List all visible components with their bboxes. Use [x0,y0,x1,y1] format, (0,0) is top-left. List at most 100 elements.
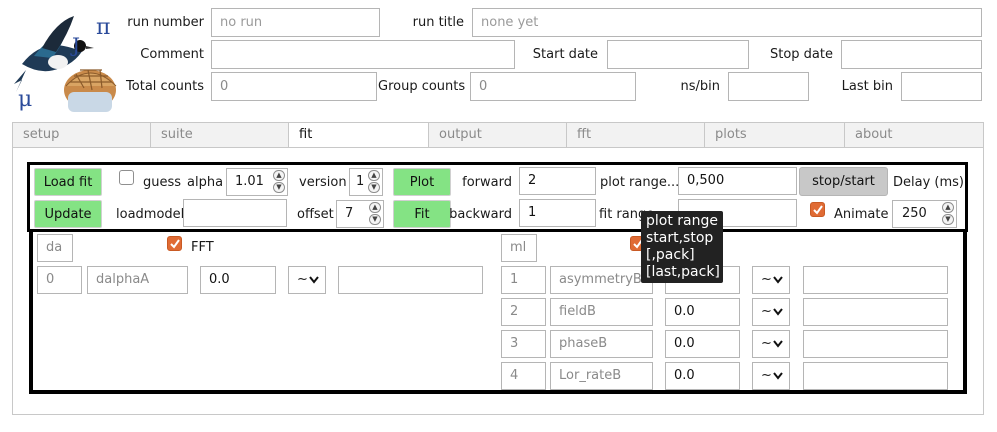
delay-label: Delay (ms) [893,175,964,190]
last-bin-field[interactable] [901,72,982,101]
chevron-down-icon [309,276,319,284]
param-mode-select[interactable]: ~ [752,330,790,358]
stop-date-field[interactable] [841,40,982,69]
ns-bin-field[interactable] [728,72,809,101]
group-counts-label: Group counts [378,79,466,94]
fft-label: FFT [191,240,214,255]
start-date-field[interactable] [607,40,749,69]
forward-label: forward [462,175,512,190]
spin-down-icon[interactable]: ▼ [273,182,285,193]
group-counts-field[interactable]: 0 [470,72,636,101]
ns-bin-label: ns/bin [680,79,721,94]
spin-up-icon[interactable]: ▲ [942,202,954,213]
spin-up-icon[interactable]: ▲ [368,170,380,181]
total-counts-field[interactable]: 0 [211,72,377,101]
chevron-down-icon [773,372,783,380]
spin-down-icon[interactable]: ▼ [368,182,380,193]
param-name[interactable]: asymmetryB [550,266,653,294]
chevron-down-icon [773,340,783,348]
run-number-field[interactable]: no run [211,8,380,37]
tab-bar: setup suite fit output fft plots about [12,122,984,148]
param-index[interactable]: 0 [37,266,82,294]
guess-checkbox[interactable] [119,170,134,185]
param-mode-value: ~ [761,336,772,351]
animate-checkbox[interactable] [810,202,825,217]
animate-spinbox[interactable]: 250 ▲ ▼ [892,200,957,228]
param-name[interactable]: phaseB [550,330,653,358]
backward-field[interactable]: 1 [519,199,596,227]
run-title-label: run title [412,15,464,30]
param-mode-select[interactable]: ~ [288,266,326,294]
run-title-field[interactable]: none yet [472,8,982,37]
forward-field[interactable]: 2 [519,167,596,195]
left-model-code[interactable]: da [37,234,73,262]
loadmodel-field[interactable] [183,199,287,227]
param-value[interactable]: 0.0 [665,362,740,390]
param-value[interactable]: 0.0 [665,298,740,326]
spin-down-icon[interactable]: ▼ [942,214,954,225]
offset-label: offset [297,207,334,222]
tab-about[interactable]: about [844,122,984,148]
tab-output[interactable]: output [428,122,567,148]
svg-text:π: π [96,15,110,40]
param-mode-value: ~ [761,304,772,319]
param-index[interactable]: 3 [501,330,546,358]
right-model-code[interactable]: ml [501,234,537,262]
spin-up-icon[interactable]: ▲ [273,170,285,181]
fft-checkbox[interactable] [167,236,182,251]
animate-value: 250 [902,206,927,221]
param-extra-field[interactable] [803,266,948,294]
param-mode-value: ~ [297,272,308,287]
stop-start-button[interactable]: stop/start [799,167,888,196]
chevron-down-icon [773,276,783,284]
stop-date-label: Stop date [769,47,833,62]
param-extra-field[interactable] [803,330,948,358]
tab-fit[interactable]: fit [288,122,429,148]
alpha-spinbox[interactable]: 1.01 ▲ ▼ [226,168,288,196]
tab-fft[interactable]: fft [566,122,705,148]
chevron-down-icon [773,308,783,316]
tooltip-line: [,pack] [646,247,695,263]
param-extra-field[interactable] [338,266,483,294]
version-spinbox[interactable]: 1 ▲ ▼ [349,168,383,196]
comment-field[interactable] [211,40,515,69]
param-extra-field[interactable] [803,298,948,326]
param-name[interactable]: dalphaA [87,266,188,294]
tab-setup[interactable]: setup [12,122,151,148]
animate-label: Animate [834,207,889,222]
param-index[interactable]: 1 [501,266,546,294]
param-mode-select[interactable]: ~ [752,298,790,326]
tooltip-line: plot range [646,213,718,229]
param-mode-select[interactable]: ~ [752,362,790,390]
update-button[interactable]: Update [34,200,102,228]
check-icon [813,205,823,215]
param-mode-value: ~ [761,368,772,383]
svg-text:J: J [70,33,80,57]
param-name[interactable]: fieldB [550,298,653,326]
offset-spinbox[interactable]: 7 ▲ ▼ [336,200,384,228]
load-fit-button[interactable]: Load fit [34,168,102,196]
backward-label: backward [449,207,512,222]
param-value[interactable]: 0.0 [665,330,740,358]
fit-button[interactable]: Fit [393,200,451,228]
tooltip-line: start,stop [646,230,714,246]
last-bin-label: Last bin [841,79,893,94]
tab-suite[interactable]: suite [150,122,289,148]
tab-plots[interactable]: plots [704,122,845,148]
param-extra-field[interactable] [803,362,948,390]
spin-up-icon[interactable]: ▲ [369,202,381,213]
param-value[interactable]: 0.0 [200,266,276,294]
param-name[interactable]: Lor_rateB [550,362,653,390]
plot-button[interactable]: Plot [393,168,451,196]
tooltip-line: [last,pack] [646,264,720,280]
param-mode-select[interactable]: ~ [752,266,790,294]
param-index[interactable]: 4 [501,362,546,390]
plot-range-tooltip: plot range start,stop [,pack] [last,pack… [641,211,723,283]
spin-down-icon[interactable]: ▼ [369,214,381,225]
run-number-label: run number [127,15,204,30]
version-value: 1 [356,174,365,189]
check-icon [170,239,180,249]
plot-range-field[interactable]: 0,500 [678,167,797,195]
param-index[interactable]: 2 [501,298,546,326]
svg-text:μ: μ [18,87,32,112]
